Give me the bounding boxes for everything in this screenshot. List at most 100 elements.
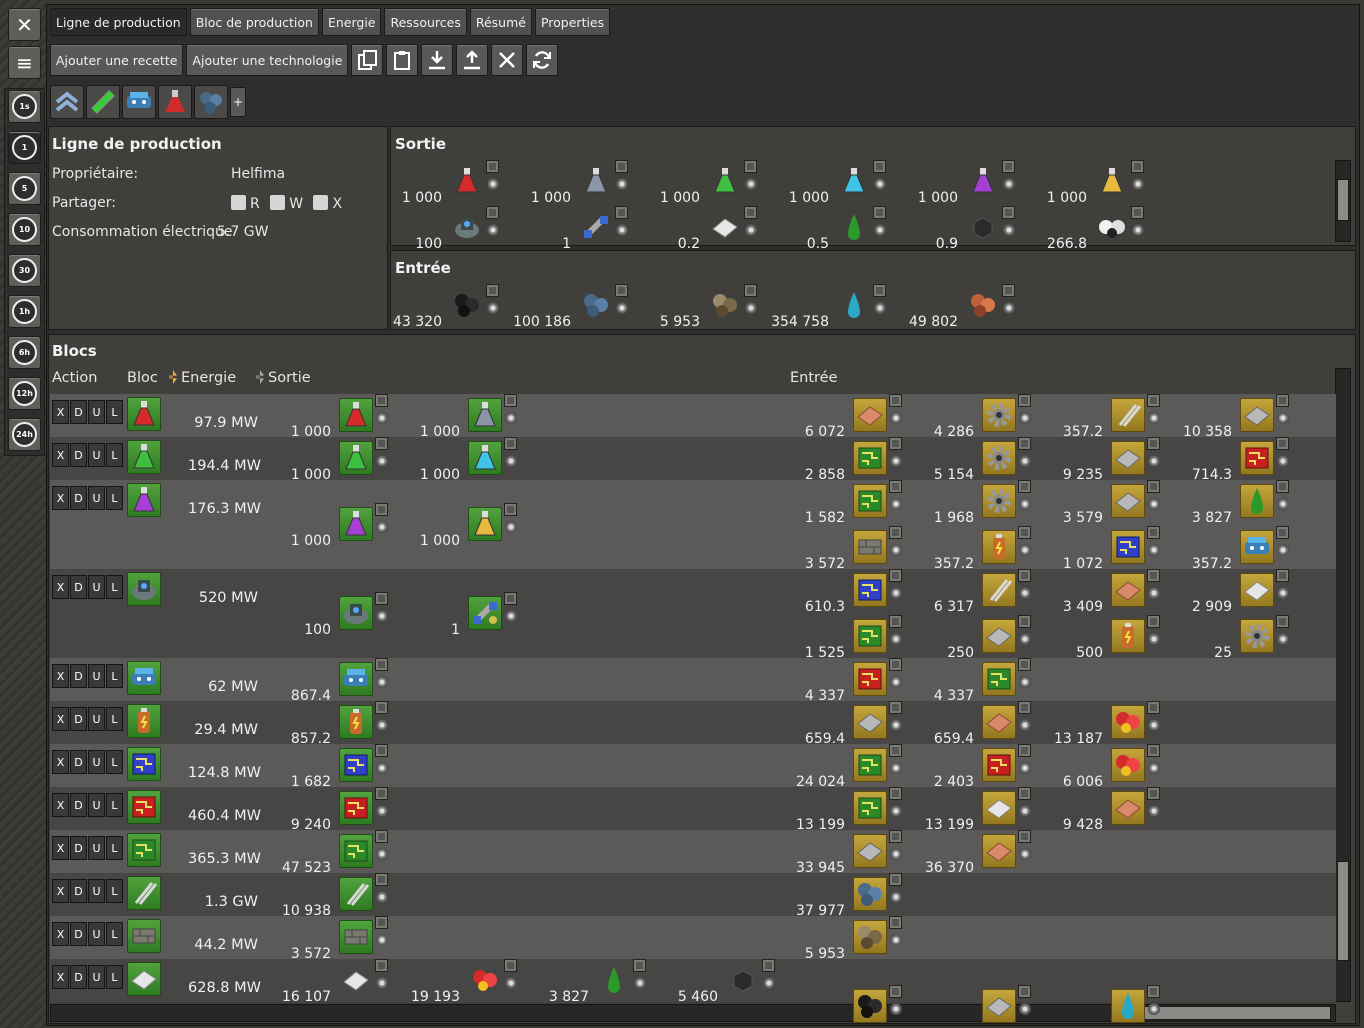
input-item[interactable]: 43 320 — [393, 284, 508, 330]
action-l-button[interactable]: L — [106, 793, 123, 817]
action-x-button[interactable]: X — [52, 922, 69, 946]
block-input-item[interactable]: 6 317 — [932, 569, 1040, 615]
action-u-button[interactable]: U — [88, 922, 105, 946]
tab-energy[interactable]: Energie — [321, 8, 382, 36]
block-input-item[interactable] — [1061, 985, 1169, 1028]
action-d-button[interactable]: D — [70, 575, 87, 599]
block-output-item[interactable]: 3 827 — [547, 959, 655, 1005]
block-output-item[interactable]: 1 000 — [418, 503, 526, 549]
action-x-button[interactable]: X — [52, 836, 69, 860]
block-input-item[interactable]: 6 006 — [1061, 744, 1169, 790]
steel-block-icon[interactable] — [127, 962, 161, 996]
block-input-item[interactable]: 25 — [1190, 615, 1298, 661]
time-scale-12h-button[interactable]: 12h — [8, 377, 41, 410]
action-x-button[interactable]: X — [52, 486, 69, 510]
input-item[interactable]: 354 758 — [771, 284, 895, 330]
block-input-item[interactable]: 5 154 — [932, 437, 1040, 483]
time-scale-30-button[interactable]: 30 — [8, 254, 41, 287]
output-item[interactable]: 100 — [400, 206, 508, 252]
add-technology-button[interactable]: Ajouter une technologie — [186, 44, 349, 76]
block-input-item[interactable]: 2 403 — [932, 744, 1040, 790]
output-item[interactable]: 1 000 — [529, 160, 637, 206]
input-item[interactable]: 49 802 — [909, 284, 1024, 330]
action-u-button[interactable]: U — [88, 836, 105, 860]
time-scale-10-button[interactable]: 10 — [8, 213, 41, 246]
action-u-button[interactable]: U — [88, 664, 105, 688]
action-l-button[interactable]: L — [106, 443, 123, 467]
action-l-button[interactable]: L — [106, 750, 123, 774]
tab-production-line[interactable]: Ligne de production — [50, 8, 187, 36]
action-d-button[interactable]: D — [70, 707, 87, 731]
output-scroll-thumb[interactable] — [1337, 179, 1349, 221]
block-input-item[interactable]: 1 525 — [803, 615, 911, 661]
action-d-button[interactable]: D — [70, 400, 87, 424]
action-d-button[interactable]: D — [70, 879, 87, 903]
time-scale-5-button[interactable]: 5 — [8, 172, 41, 205]
share-r-checkbox[interactable] — [231, 195, 246, 210]
action-u-button[interactable]: U — [88, 707, 105, 731]
output-item[interactable]: 1 000 — [916, 160, 1024, 206]
input-item[interactable]: 100 186 — [513, 284, 637, 330]
block-input-item[interactable] — [803, 985, 911, 1028]
action-x-button[interactable]: X — [52, 750, 69, 774]
brick-block-icon[interactable] — [127, 919, 161, 953]
block-input-item[interactable] — [932, 985, 1040, 1028]
purple-block-icon[interactable] — [127, 483, 161, 517]
redcirc-block-icon[interactable] — [127, 790, 161, 824]
tab-resources[interactable]: Ressources — [384, 8, 467, 36]
output-item[interactable]: 266.8 — [1045, 206, 1153, 252]
action-x-button[interactable]: X — [52, 793, 69, 817]
input-item[interactable]: 5 953 — [658, 284, 766, 330]
block-input-item[interactable]: 357.2 — [1190, 526, 1298, 572]
block-input-item[interactable]: 2 909 — [1190, 569, 1298, 615]
block-input-item[interactable]: 9 235 — [1061, 437, 1169, 483]
tab-production-block[interactable]: Bloc de production — [189, 8, 319, 36]
block-input-item[interactable]: 13 187 — [1054, 701, 1169, 747]
time-scale-1s-button[interactable]: 1s — [8, 90, 41, 123]
block-output-item[interactable]: 1 000 — [289, 437, 397, 483]
output-item[interactable]: 0.9 — [916, 206, 1024, 252]
block-output-item[interactable]: 9 240 — [289, 787, 397, 833]
action-x-button[interactable]: X — [52, 575, 69, 599]
block-input-item[interactable]: 37 977 — [796, 873, 911, 919]
paste-button[interactable] — [386, 44, 419, 76]
silo-block-icon[interactable] — [127, 572, 161, 606]
block-input-item[interactable]: 13 199 — [796, 787, 911, 833]
block-input-item[interactable]: 10 358 — [1183, 394, 1298, 440]
action-d-button[interactable]: D — [70, 750, 87, 774]
share-x-checkbox[interactable] — [313, 195, 329, 210]
action-d-button[interactable]: D — [70, 965, 87, 989]
action-u-button[interactable]: U — [88, 750, 105, 774]
block-output-item[interactable]: 1 — [418, 592, 526, 638]
time-scale-1h-button[interactable]: 1h — [8, 295, 41, 328]
circuit-block-icon[interactable] — [127, 833, 161, 867]
block-output-item[interactable]: 857.2 — [289, 701, 397, 747]
block-input-item[interactable]: 33 945 — [796, 830, 911, 876]
block-input-item[interactable]: 9 428 — [1061, 787, 1169, 833]
block-output-item[interactable]: 100 — [289, 592, 397, 638]
action-u-button[interactable]: U — [88, 400, 105, 424]
action-x-button[interactable]: X — [52, 707, 69, 731]
blocks-vscroll-thumb[interactable] — [1337, 861, 1349, 961]
upload-button[interactable] — [456, 44, 489, 76]
action-d-button[interactable]: D — [70, 793, 87, 817]
block-output-item[interactable]: 5 460 — [676, 959, 784, 1005]
block-input-item[interactable]: 4 337 — [803, 658, 911, 704]
action-l-button[interactable]: L — [106, 879, 123, 903]
action-u-button[interactable]: U — [88, 793, 105, 817]
action-x-button[interactable]: X — [52, 664, 69, 688]
action-x-button[interactable]: X — [52, 400, 69, 424]
block-input-item[interactable]: 3 579 — [1061, 480, 1169, 526]
ibar-robot[interactable] — [122, 85, 156, 119]
output-scrollbar[interactable] — [1335, 160, 1351, 242]
block-output-item[interactable]: 3 572 — [289, 916, 397, 962]
block-input-item[interactable]: 36 370 — [925, 830, 1040, 876]
output-item[interactable]: 1 000 — [787, 160, 895, 206]
block-input-item[interactable]: 500 — [1061, 615, 1169, 661]
block-input-item[interactable]: 659.4 — [932, 701, 1040, 747]
block-input-item[interactable]: 357.2 — [932, 526, 1040, 572]
action-u-button[interactable]: U — [88, 575, 105, 599]
output-item[interactable]: 1 000 — [658, 160, 766, 206]
add-recipe-button[interactable]: Ajouter une recette — [50, 44, 184, 76]
tab-summary[interactable]: Résumé — [469, 8, 532, 36]
